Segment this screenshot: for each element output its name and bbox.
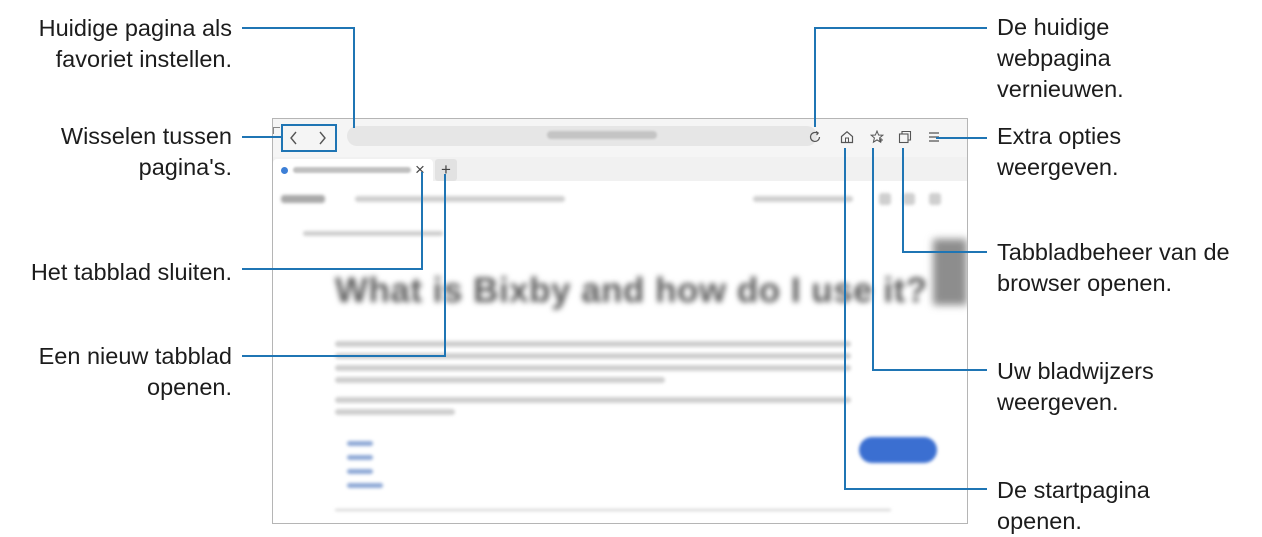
favicon xyxy=(281,167,288,174)
content-link xyxy=(347,483,383,488)
leader-bookmarks xyxy=(872,148,874,371)
leader-home xyxy=(844,148,846,490)
close-tab-icon[interactable]: × xyxy=(415,160,425,180)
blurred-action-button xyxy=(859,437,937,463)
callout-bookmarks: Uw bladwijzers weergeven. xyxy=(997,358,1154,415)
back-icon[interactable] xyxy=(285,129,303,147)
leader-refresh xyxy=(814,27,987,29)
bookmarks-icon[interactable] xyxy=(868,128,886,146)
leader-bookmarks xyxy=(872,369,987,371)
callout-new-tab: Een nieuw tabblad openen. xyxy=(38,343,232,400)
leader-set-favorite xyxy=(353,27,355,128)
home-icon[interactable] xyxy=(838,128,856,146)
leader-home xyxy=(844,488,987,490)
browser-window: × + What is Bixby and how do I use it? xyxy=(272,118,968,524)
content-link xyxy=(347,455,373,460)
paragraph-line xyxy=(335,365,851,371)
paragraph-line xyxy=(335,397,851,403)
leader-tab-manager xyxy=(902,148,904,253)
site-nav xyxy=(355,196,565,202)
site-icon xyxy=(929,193,941,205)
content-link xyxy=(347,469,373,474)
tabs-icon[interactable] xyxy=(896,128,914,146)
callout-extra-options: Extra opties weergeven. xyxy=(997,123,1122,180)
tab-title xyxy=(293,167,411,173)
callout-close-tab: Het tabblad sluiten. xyxy=(30,259,232,285)
refresh-icon[interactable] xyxy=(806,128,824,146)
callout-refresh: De huidige webpagina vernieuwen. xyxy=(997,14,1124,102)
paragraph-line xyxy=(335,409,455,415)
url-text xyxy=(547,131,657,139)
site-icon xyxy=(879,193,891,205)
leader-close-tab xyxy=(242,268,422,270)
divider xyxy=(335,509,891,511)
leader-switch-pages xyxy=(242,136,282,138)
callout-set-favorite: Huidige pagina als favoriet instellen. xyxy=(38,15,232,72)
leader-tab-manager xyxy=(902,251,987,253)
site-logo xyxy=(281,195,325,203)
tab-active[interactable]: × xyxy=(273,159,433,181)
site-icon xyxy=(903,193,915,205)
leader-new-tab xyxy=(444,174,446,357)
leader-close-tab xyxy=(421,172,423,270)
leader-refresh xyxy=(814,27,816,127)
page-headline: What is Bixby and how do I use it? xyxy=(335,271,928,310)
callout-home: De startpagina openen. xyxy=(997,477,1150,534)
leader-new-tab xyxy=(242,355,445,357)
forward-icon[interactable] xyxy=(313,129,331,147)
side-image xyxy=(933,239,967,305)
plus-icon[interactable]: + xyxy=(435,159,457,181)
paragraph-line xyxy=(335,377,665,383)
content-link xyxy=(347,441,373,446)
site-nav-right xyxy=(753,196,853,202)
callout-tab-manager: Tabbladbeheer van de browser openen. xyxy=(997,239,1230,296)
leader-extra-options xyxy=(936,137,987,139)
callout-switch-pages: Wisselen tussen pagina's. xyxy=(60,123,232,180)
address-bar[interactable] xyxy=(347,126,817,146)
leader-set-favorite xyxy=(242,27,355,29)
paragraph-line xyxy=(335,341,851,347)
window-corner-mark xyxy=(273,127,280,134)
